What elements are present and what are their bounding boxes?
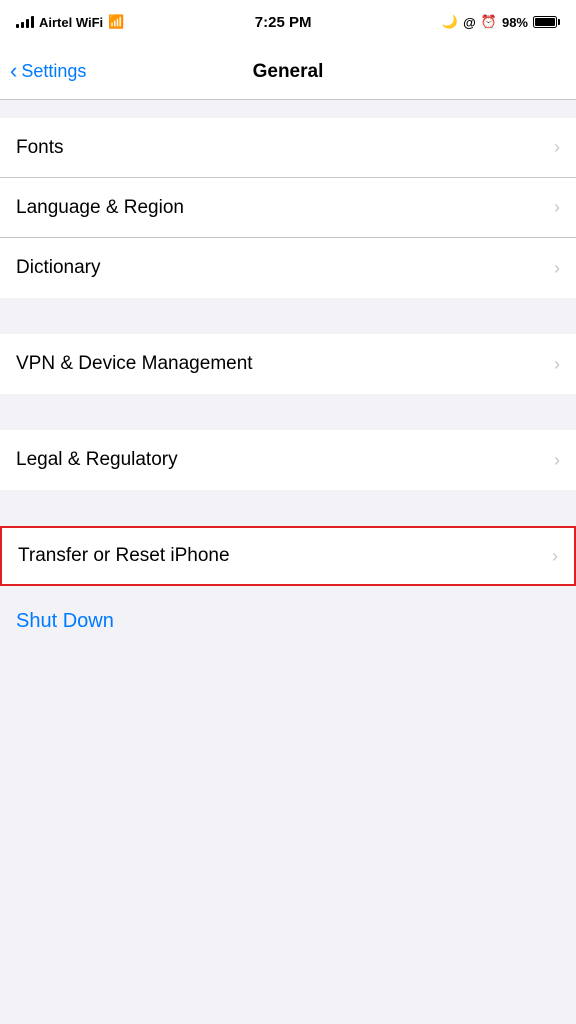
signal-icon	[16, 16, 34, 28]
settings-group-2: VPN & Device Management ›	[0, 334, 576, 394]
chevron-left-icon: ‹	[10, 60, 17, 82]
settings-group-1: Fonts › Language & Region › Dictionary ›	[0, 118, 576, 298]
moon-icon: 🌙	[442, 14, 458, 30]
vpn-device-label: VPN & Device Management	[16, 353, 253, 375]
legal-regulatory-chevron-icon: ›	[554, 450, 560, 471]
dictionary-label: Dictionary	[16, 257, 100, 279]
vpn-device-chevron-icon: ›	[554, 354, 560, 375]
vpn-device-item[interactable]: VPN & Device Management ›	[0, 334, 576, 394]
transfer-reset-chevron-icon: ›	[552, 546, 558, 567]
page-title: General	[253, 61, 324, 83]
settings-group-4: Transfer or Reset iPhone ›	[0, 526, 576, 586]
status-left: Airtel WiFi 📶	[16, 14, 124, 30]
wifi-icon: 📶	[108, 14, 124, 30]
fonts-label: Fonts	[16, 137, 64, 159]
status-right: 🌙 @ ⏰ 98%	[442, 14, 560, 30]
alarm-icon: ⏰	[481, 14, 497, 30]
fonts-chevron-icon: ›	[554, 137, 560, 158]
battery-percent: 98%	[502, 15, 528, 30]
location-icon: @	[463, 15, 476, 30]
language-region-item[interactable]: Language & Region ›	[0, 178, 576, 238]
legal-regulatory-item[interactable]: Legal & Regulatory ›	[0, 430, 576, 490]
nav-bar: ‹ Settings General	[0, 44, 576, 100]
shutdown-section: Shut Down	[0, 586, 576, 649]
shutdown-button[interactable]: Shut Down	[16, 610, 114, 633]
legal-regulatory-label: Legal & Regulatory	[16, 449, 178, 471]
back-label: Settings	[21, 61, 86, 82]
section-gap-4	[0, 490, 576, 526]
transfer-reset-item[interactable]: Transfer or Reset iPhone ›	[0, 526, 576, 586]
status-bar: Airtel WiFi 📶 7:25 PM 🌙 @ ⏰ 98%	[0, 0, 576, 44]
section-gap-2	[0, 298, 576, 334]
language-region-label: Language & Region	[16, 197, 184, 219]
back-button[interactable]: ‹ Settings	[10, 61, 86, 82]
settings-group-3: Legal & Regulatory ›	[0, 430, 576, 490]
section-gap-3	[0, 394, 576, 430]
dictionary-item[interactable]: Dictionary ›	[0, 238, 576, 298]
language-region-chevron-icon: ›	[554, 197, 560, 218]
section-gap-1	[0, 100, 576, 118]
dictionary-chevron-icon: ›	[554, 258, 560, 279]
fonts-item[interactable]: Fonts ›	[0, 118, 576, 178]
carrier-label: Airtel WiFi	[39, 15, 103, 30]
battery-icon	[533, 16, 560, 28]
status-time: 7:25 PM	[255, 14, 312, 31]
transfer-reset-label: Transfer or Reset iPhone	[18, 545, 230, 567]
